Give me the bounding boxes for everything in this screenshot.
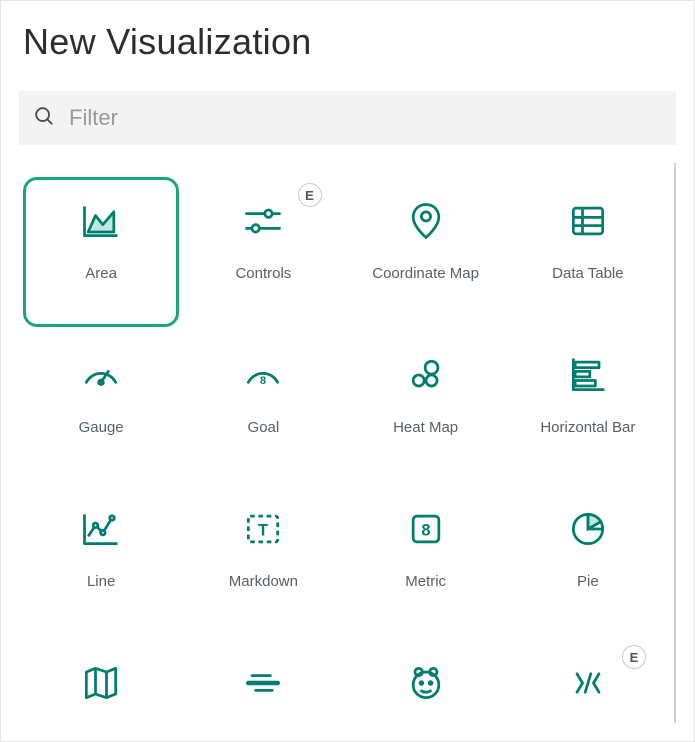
vis-tile-vega[interactable]: E xyxy=(510,639,666,723)
gauge-icon xyxy=(73,347,129,403)
search-icon xyxy=(33,105,55,132)
vis-tile-gauge[interactable]: Gauge xyxy=(23,331,179,481)
pie-chart-icon xyxy=(560,501,616,557)
vis-tile-timelion[interactable] xyxy=(348,639,504,723)
vis-tile-data-table[interactable]: Data Table xyxy=(510,177,666,327)
vis-tile-area[interactable]: Area xyxy=(23,177,179,327)
vis-tile-region-map[interactable] xyxy=(23,639,179,723)
vis-tile-label: Coordinate Map xyxy=(372,265,479,284)
vis-tile-heat-map[interactable]: Heat Map xyxy=(348,331,504,481)
sliders-icon xyxy=(235,193,291,249)
vis-type-grid: Area E Controls xyxy=(19,163,670,723)
vis-tile-label: Horizontal Bar xyxy=(540,419,635,438)
map-pin-icon xyxy=(398,193,454,249)
vis-tile-markdown[interactable]: T Markdown xyxy=(185,485,341,635)
vis-tile-horizontal-bar[interactable]: Horizontal Bar xyxy=(510,331,666,481)
new-visualization-panel: New Visualization Area E xyxy=(0,0,695,742)
vis-tile-label: Heat Map xyxy=(393,419,458,438)
svg-text:8: 8 xyxy=(421,521,430,539)
vis-tile-label: Metric xyxy=(405,573,446,592)
vis-tile-label: Controls xyxy=(235,265,291,284)
vis-tile-label: Line xyxy=(87,573,115,592)
page-title: New Visualization xyxy=(23,21,676,63)
svg-text:T: T xyxy=(258,521,268,539)
vega-icon xyxy=(560,655,616,711)
vis-tile-line[interactable]: Line xyxy=(23,485,179,635)
vis-tile-label: Gauge xyxy=(79,419,124,438)
goal-icon: 8 xyxy=(235,347,291,403)
vis-tile-controls[interactable]: E Controls xyxy=(185,177,341,327)
metric-icon: 8 xyxy=(398,501,454,557)
vis-tile-label: Markdown xyxy=(229,573,298,592)
horizontal-bar-icon xyxy=(560,347,616,403)
tag-cloud-icon xyxy=(235,655,291,711)
vis-tile-goal[interactable]: 8 Goal xyxy=(185,331,341,481)
filter-input[interactable] xyxy=(69,105,662,131)
vis-tile-label: Pie xyxy=(577,573,599,592)
vis-tile-tag-cloud[interactable] xyxy=(185,639,341,723)
line-chart-icon xyxy=(73,501,129,557)
experimental-badge: E xyxy=(298,183,322,207)
table-icon xyxy=(560,193,616,249)
filter-bar[interactable] xyxy=(19,91,676,145)
vis-tile-label: Area xyxy=(85,265,117,284)
region-map-icon xyxy=(73,655,129,711)
vis-tile-label: Data Table xyxy=(552,265,623,284)
heatmap-icon xyxy=(398,347,454,403)
vis-tile-coordinate-map[interactable]: Coordinate Map xyxy=(348,177,504,327)
vis-tile-metric[interactable]: 8 Metric xyxy=(348,485,504,635)
timelion-icon xyxy=(398,655,454,711)
vis-tile-label: Goal xyxy=(248,419,280,438)
markdown-icon: T xyxy=(235,501,291,557)
svg-text:8: 8 xyxy=(260,375,266,387)
area-chart-icon xyxy=(73,193,129,249)
vis-type-scroll[interactable]: Area E Controls xyxy=(19,163,676,723)
vis-tile-pie[interactable]: Pie xyxy=(510,485,666,635)
experimental-badge: E xyxy=(622,645,646,669)
